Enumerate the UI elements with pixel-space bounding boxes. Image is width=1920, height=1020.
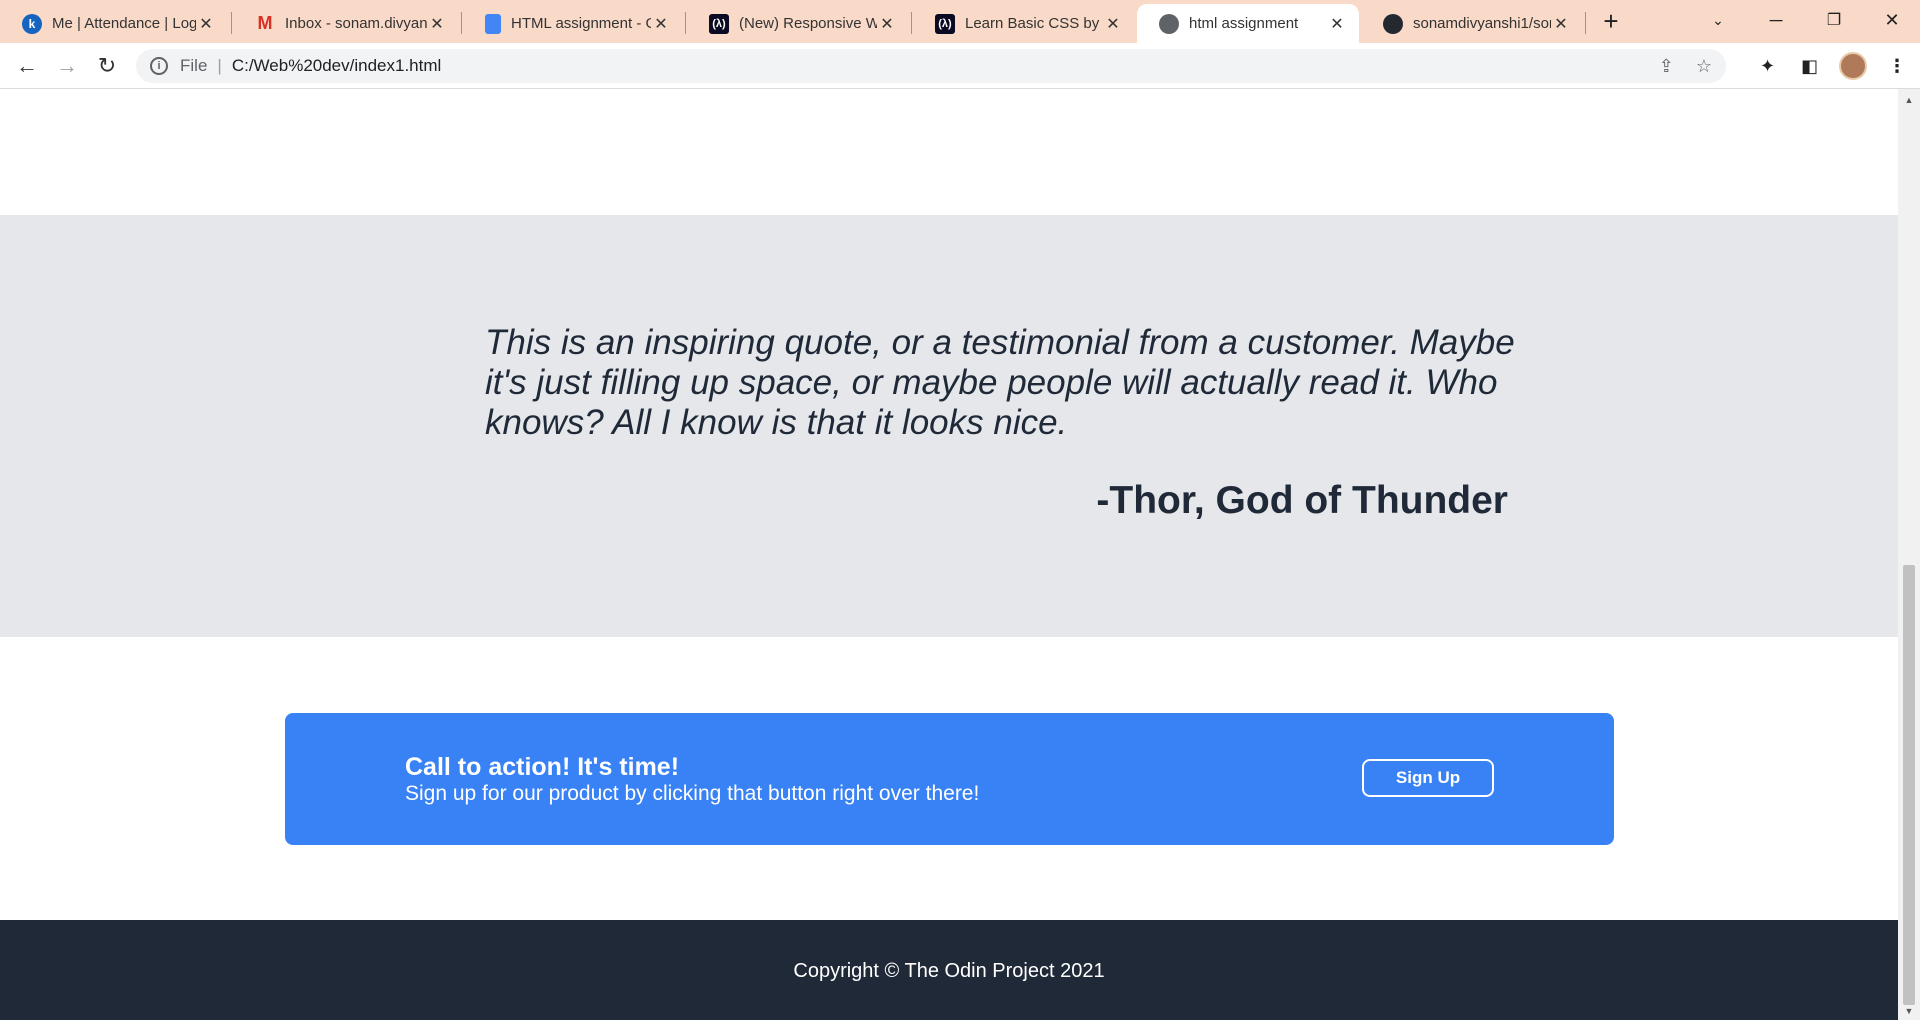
address-bar[interactable]: i File | C:/Web%20dev/index1.html ⇪ ☆ bbox=[136, 49, 1726, 83]
back-arrow-icon[interactable]: ← bbox=[12, 51, 42, 81]
tab-search-chevron-down-icon[interactable]: ⌄ bbox=[1690, 0, 1746, 40]
url-text[interactable]: C:/Web%20dev/index1.html bbox=[232, 56, 441, 76]
restore-icon[interactable]: ❐ bbox=[1806, 0, 1862, 40]
globe-icon bbox=[1159, 13, 1179, 34]
sign-up-button[interactable]: Sign Up bbox=[1362, 759, 1494, 797]
scroll-up-arrow-icon[interactable]: ▲ bbox=[1898, 92, 1920, 108]
tab-title: Inbox - sonam.divyan bbox=[285, 15, 427, 32]
close-icon[interactable]: ✕ bbox=[1551, 14, 1571, 34]
tab-separator bbox=[1585, 12, 1586, 34]
tab-responsive-web[interactable]: (λ) (New) Responsive We ✕ bbox=[687, 4, 909, 43]
close-icon[interactable]: ✕ bbox=[877, 14, 897, 34]
side-panel-icon[interactable]: ◧ bbox=[1801, 43, 1818, 89]
tab-inbox[interactable]: M Inbox - sonam.divyan ✕ bbox=[233, 4, 459, 43]
gmail-icon: M bbox=[257, 13, 273, 33]
footer-copyright: Copyright © The Odin Project 2021 bbox=[793, 960, 1105, 982]
bookmark-star-icon[interactable]: ☆ bbox=[1696, 56, 1712, 77]
footer: Copyright © The Odin Project 2021 bbox=[0, 920, 1898, 1020]
scroll-down-arrow-icon[interactable]: ▼ bbox=[1898, 1003, 1920, 1019]
omnibox-actions: ⇪ ☆ bbox=[1659, 49, 1712, 83]
menu-kebab-icon[interactable]: ⋮ bbox=[1888, 43, 1906, 89]
close-icon[interactable]: ✕ bbox=[427, 14, 447, 34]
page-viewport: This is an inspiring quote, or a testimo… bbox=[0, 89, 1898, 1020]
freecodecamp-icon: (λ) bbox=[709, 13, 729, 34]
minimize-icon[interactable]: ─ bbox=[1748, 0, 1804, 40]
close-icon[interactable]: ✕ bbox=[651, 14, 671, 34]
browser-toolbar: ← → ↻ i File | C:/Web%20dev/index1.html … bbox=[0, 43, 1920, 89]
tab-title: (New) Responsive We bbox=[739, 15, 877, 32]
quote-author: -Thor, God of Thunder bbox=[1096, 479, 1508, 522]
tab-title: sonamdivyanshi1/son bbox=[1413, 15, 1551, 32]
tab-github[interactable]: sonamdivyanshi1/son ✕ bbox=[1361, 4, 1583, 43]
tab-title: Learn Basic CSS by Bu bbox=[965, 15, 1103, 32]
tab-separator bbox=[461, 12, 462, 34]
quote-text: This is an inspiring quote, or a testimo… bbox=[485, 323, 1515, 442]
info-icon[interactable]: i bbox=[150, 57, 168, 75]
scheme-divider: | bbox=[217, 56, 222, 75]
tab-html-assignment-doc[interactable]: HTML assignment - G ✕ bbox=[463, 4, 683, 43]
k-icon: k bbox=[22, 13, 42, 34]
tab-title: html assignment bbox=[1189, 15, 1299, 32]
tab-attendance[interactable]: k Me | Attendance | Log ✕ bbox=[0, 4, 228, 43]
tab-title: Me | Attendance | Log bbox=[52, 15, 196, 32]
tab-separator bbox=[911, 12, 912, 34]
tab-strip: k Me | Attendance | Log ✕ M Inbox - sona… bbox=[0, 0, 1920, 43]
share-icon[interactable]: ⇪ bbox=[1659, 56, 1674, 77]
cta-subtitle: Sign up for our product by clicking that… bbox=[405, 782, 980, 805]
tab-learn-basic-css[interactable]: (λ) Learn Basic CSS by Bu ✕ bbox=[913, 4, 1135, 43]
close-icon[interactable]: ✕ bbox=[1327, 14, 1347, 34]
scrollbar-thumb[interactable] bbox=[1903, 565, 1915, 1005]
scheme-label: File bbox=[180, 56, 208, 75]
avatar bbox=[1839, 52, 1867, 80]
tab-separator bbox=[685, 12, 686, 34]
tab-separator bbox=[231, 12, 232, 34]
call-to-action-box: Call to action! It's time! Sign up for o… bbox=[285, 713, 1614, 845]
close-icon[interactable]: ✕ bbox=[1103, 14, 1123, 34]
quote-section: This is an inspiring quote, or a testimo… bbox=[0, 215, 1898, 637]
cta-title: Call to action! It's time! bbox=[405, 753, 680, 781]
docs-icon bbox=[485, 13, 501, 34]
window-close-icon[interactable]: ✕ bbox=[1864, 0, 1920, 40]
tab-html-assignment-active[interactable]: html assignment ✕ bbox=[1137, 4, 1359, 43]
tab-title: HTML assignment - G bbox=[511, 15, 651, 32]
forward-arrow-icon[interactable]: → bbox=[52, 51, 82, 81]
github-icon bbox=[1383, 13, 1403, 34]
reload-icon[interactable]: ↻ bbox=[92, 51, 122, 81]
extensions-puzzle-icon[interactable]: ✦ bbox=[1760, 43, 1775, 89]
profile-avatar[interactable] bbox=[1839, 43, 1867, 89]
new-tab-button[interactable]: + bbox=[1596, 6, 1626, 36]
freecodecamp-icon: (λ) bbox=[935, 13, 955, 34]
close-icon[interactable]: ✕ bbox=[196, 14, 216, 34]
